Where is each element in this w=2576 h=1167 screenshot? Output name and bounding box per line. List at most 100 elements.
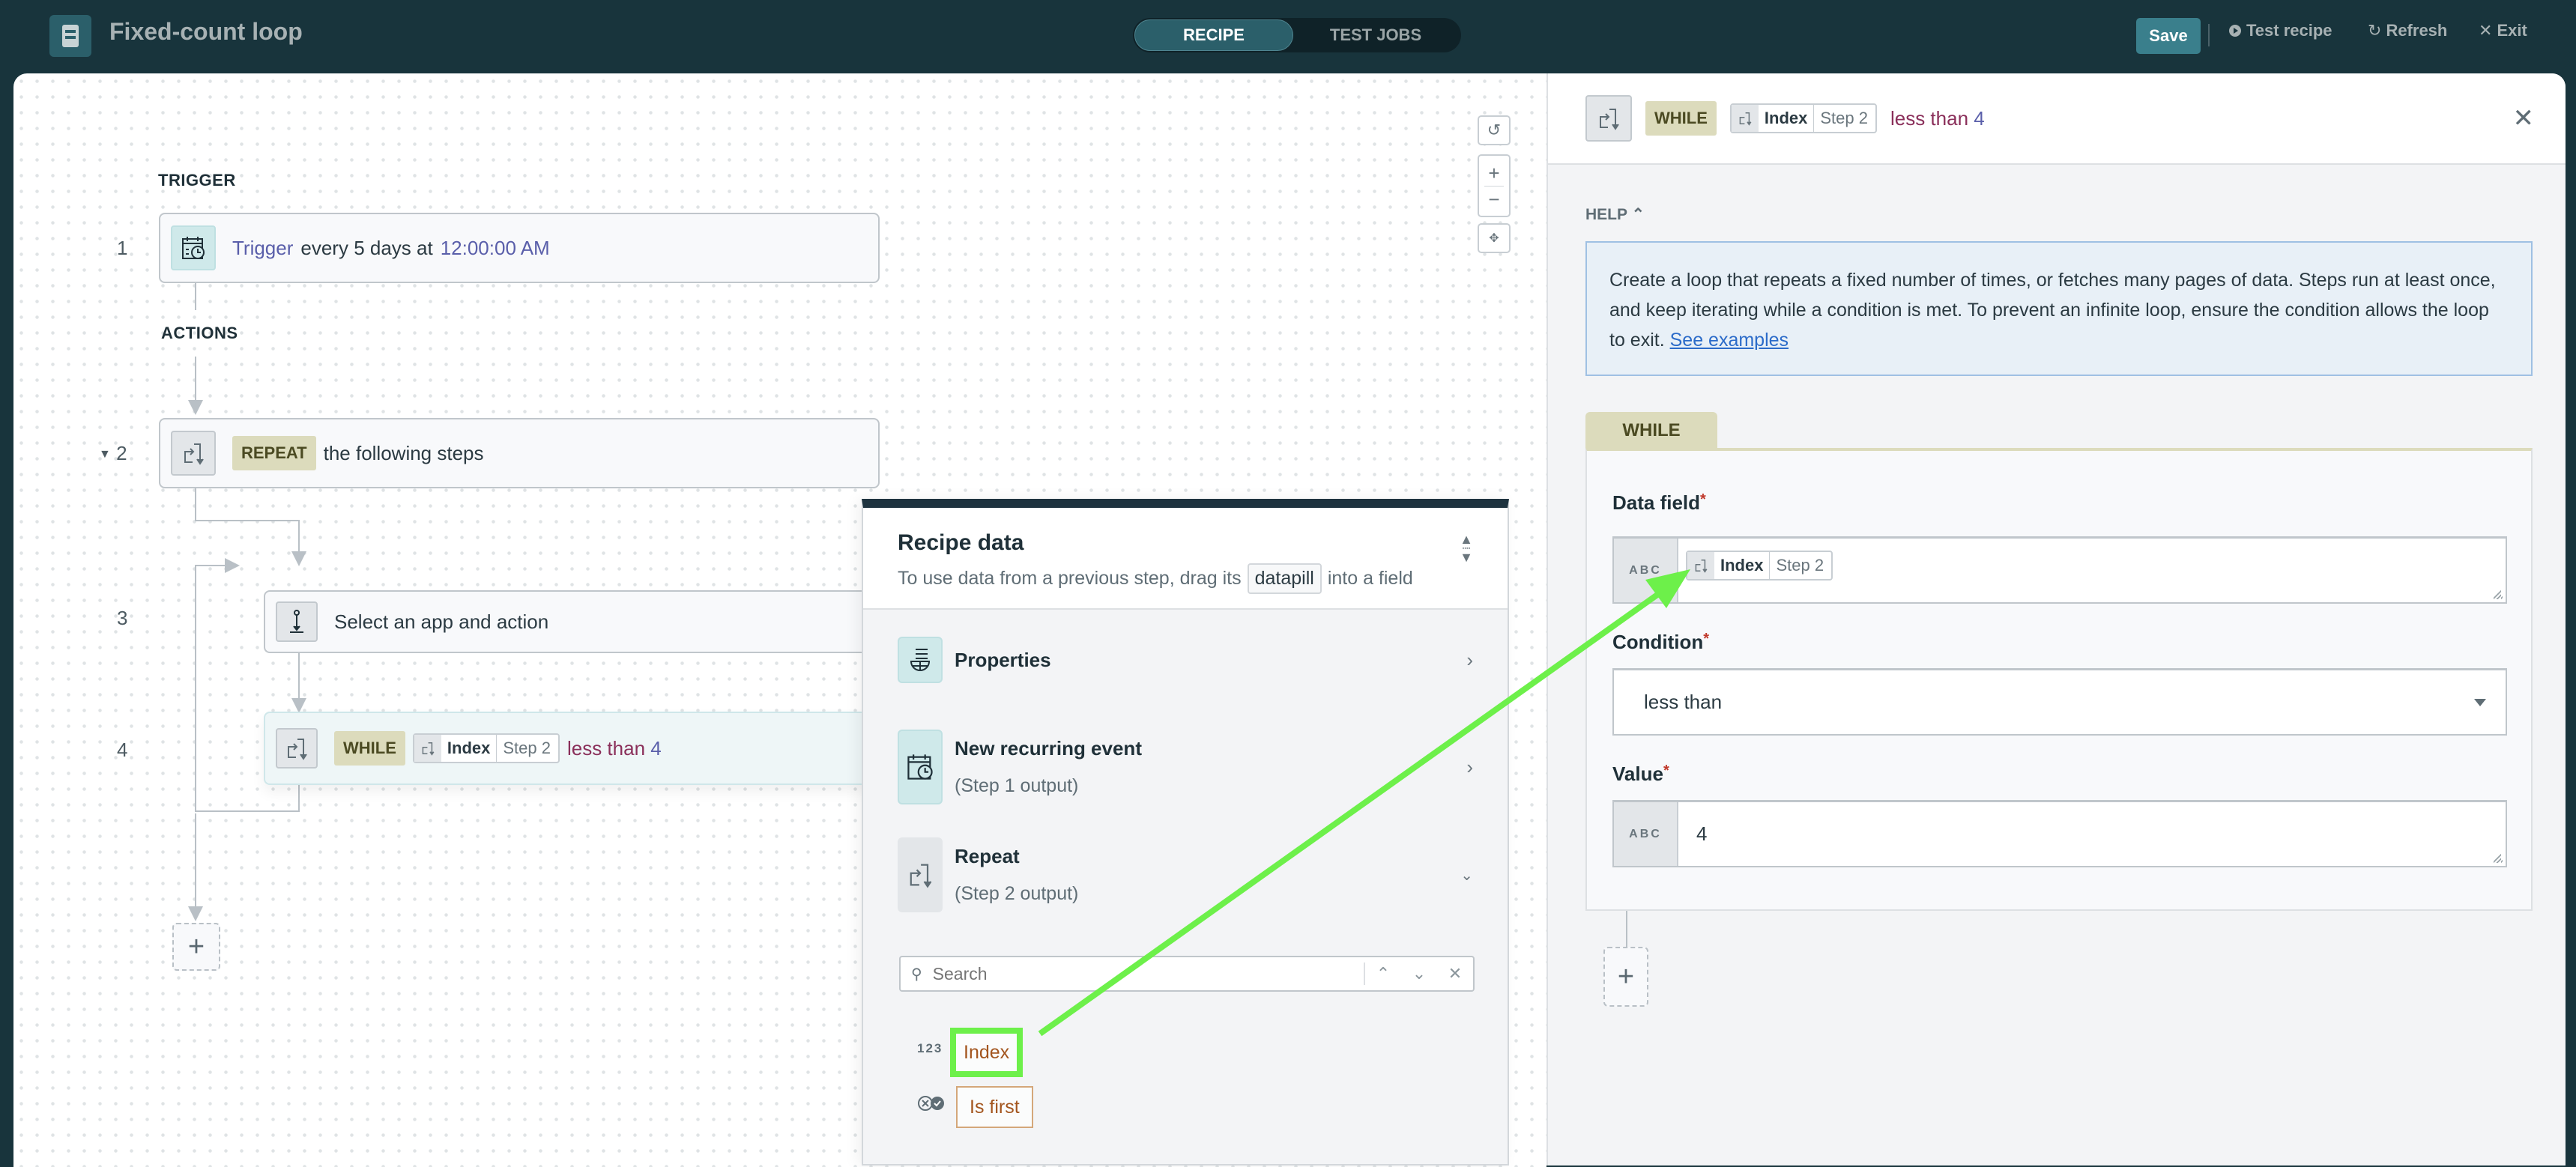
close-panel-button[interactable]: ✕ [2513,103,2535,133]
text-type-indicator: ABC [1614,539,1678,602]
close-icon[interactable]: ✕ [1437,964,1473,983]
step-repeat[interactable]: REPEAT the following steps [159,418,880,488]
refresh-button[interactable]: ↻ Refresh [2368,21,2447,40]
tab-test-jobs[interactable]: TEST JOBS [1293,19,1458,51]
pill-name: Index [441,735,498,762]
source-repeat[interactable]: Repeat (Step 2 output) ⌄ [898,837,1473,912]
actions-section-label: ACTIONS [161,324,238,342]
text-type-indicator: ABC [1614,802,1678,866]
value-label: Value* [1612,763,1669,785]
condition-select[interactable]: less than [1612,668,2507,736]
source-new-recurring-event[interactable]: New recurring event (Step 1 output) › [898,730,1473,804]
trigger-time: 12:00:00 AM [440,236,550,259]
source-name: New recurring event [955,737,1142,760]
loop-connector [298,785,300,812]
step-number: 1 [117,237,128,259]
pill-name: Index [1714,552,1771,579]
chevron-up-icon: ⌃ [1631,206,1645,223]
source-name: Repeat [955,845,1020,867]
repeat-icon [171,431,216,476]
collapse-caret-icon[interactable]: ▼ [99,448,111,461]
trigger-keyword: Trigger [232,236,294,259]
arrow-down [291,551,306,566]
loop-connector [195,565,226,566]
repeat-icon [1731,105,1759,132]
datapill-index[interactable]: Index [950,1028,1024,1077]
chevron-right-icon[interactable]: › [1466,649,1473,672]
repeat-icon [1585,95,1632,142]
see-examples-link[interactable]: See examples [1670,330,1789,351]
arrow-down [291,698,306,713]
dropdown-caret-icon [2474,699,2486,706]
chevron-down-icon[interactable]: ⌄ [1460,866,1473,885]
exit-button[interactable]: ✕ Exit [2479,21,2527,40]
reset-icon: ↺ [1487,121,1502,139]
resize-handle[interactable] [2494,590,2503,599]
repeat-icon [414,735,441,762]
search-icon: ⚲ [911,966,922,983]
tab-recipe[interactable]: RECIPE [1134,19,1293,51]
chevron-down-icon[interactable]: ⌄ [1401,964,1437,983]
move-arrows-icon: ✥ [1489,232,1499,245]
datapill[interactable]: Index Step 2 [1686,551,1833,581]
calendar-clock-icon [898,730,943,804]
chevron-up-icon[interactable]: ⌃ [1365,964,1401,983]
datapill-is-first[interactable]: Is first [956,1086,1033,1128]
loop-connector [195,810,300,812]
value-input[interactable]: ABC 4 [1612,800,2507,867]
recipe-data-title: Recipe data [898,530,1024,555]
zoom-in-button[interactable]: + [1488,160,1499,186]
condition-value: 4 [1974,106,1985,130]
loop-connector [195,565,196,812]
resize-handle[interactable] [2494,854,2503,863]
recipe-data-subtitle: To use data from a previous step, drag i… [898,563,1473,594]
step-while[interactable]: WHILE Index Step 2 less than 4 [264,712,938,785]
while-badge: WHILE [1645,101,1717,136]
connector [195,283,196,310]
boolean-type-icon [917,1095,947,1115]
condition-value: 4 [650,736,662,760]
integer-type-icon: 123 [917,1041,943,1055]
step-config-header: WHILE Index Step 2 less than 4 ✕ [1548,73,2566,165]
required-marker: * [1663,763,1669,779]
repeat-badge: REPEAT [232,436,316,470]
loop-arrow [225,558,240,573]
step-number-2[interactable]: ▼ 2 [99,442,127,465]
pill-name: Index [1759,105,1815,132]
fit-view-button[interactable]: ✥ [1478,223,1511,253]
step-select-app[interactable]: Select an app and action [264,590,938,653]
example-datapill: datapill [1247,563,1322,594]
add-step-button[interactable]: + [172,923,220,971]
recipe-title: Fixed-count loop [109,18,303,45]
save-button[interactable]: Save [2136,18,2201,54]
source-properties[interactable]: Properties › [898,637,1473,683]
repeat-icon [898,837,943,912]
connector [195,357,196,401]
connector [298,520,300,553]
step-summary: REPEAT the following steps [232,436,484,470]
step-config-panel: WHILE Index Step 2 less than 4 ✕ HELP ⌃ … [1546,73,2566,1166]
chevron-right-icon[interactable]: › [1466,756,1473,779]
help-toggle[interactable]: HELP ⌃ [1585,205,1645,224]
resize-panel-icon[interactable]: ▲ ┈ ▼ [1460,533,1473,564]
source-output: (Step 1 output) [955,775,1079,796]
subtitle-text: To use data from a previous step, drag i… [898,568,1242,589]
connector [298,653,300,700]
step-trigger[interactable]: Trigger every 5 days at 12:00:00 AM [159,213,880,283]
pill-step: Step 2 [503,739,551,757]
step-number: 3 [117,607,128,629]
trigger-text: every 5 days at [300,236,433,259]
exit-label: Exit [2497,21,2527,40]
add-step-button[interactable]: + [1603,947,1648,1007]
datapill: Index Step 2 [412,733,560,763]
required-marker: * [1703,631,1710,647]
data-field-input[interactable]: ABC Index Step 2 [1612,536,2507,604]
search-input[interactable] [932,963,1364,984]
reset-view-button[interactable]: ↺ [1478,115,1511,145]
zoom-out-button[interactable]: − [1488,187,1499,212]
connector [195,813,196,908]
test-recipe-button[interactable]: Test recipe [2228,21,2332,40]
repeat-icon [276,728,318,769]
datapill-search[interactable]: ⚲ ⌃ ⌄ ✕ [899,956,1475,992]
condition-text: less than 4 [1890,107,1985,130]
